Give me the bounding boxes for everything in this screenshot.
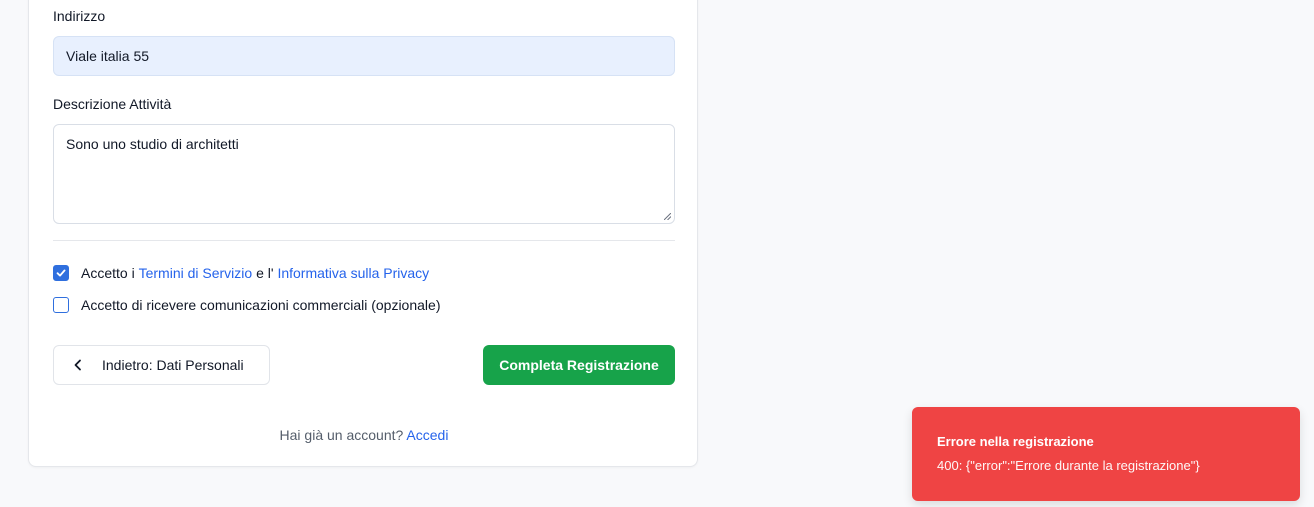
marketing-checkbox[interactable]	[53, 297, 69, 313]
address-label: Indirizzo	[53, 8, 106, 24]
login-prompt-row: Hai già un account? Accedi	[29, 427, 699, 443]
error-toast[interactable]: Errore nella registrazione 400: {"error"…	[912, 407, 1300, 501]
check-icon	[56, 269, 66, 277]
toast-title: Errore nella registrazione	[937, 434, 1094, 449]
registration-card: Indirizzo Viale italia 55 Descrizione At…	[28, 0, 698, 467]
address-input[interactable]: Viale italia 55	[53, 36, 675, 76]
description-label: Descrizione Attività	[53, 96, 172, 112]
login-prompt: Hai già un account?	[279, 427, 404, 443]
description-text: Sono uno studio di architetti	[66, 136, 239, 152]
back-button-label: Indietro: Dati Personali	[102, 357, 244, 373]
login-link[interactable]: Accedi	[406, 427, 448, 443]
toast-message: 400: {"error":"Errore durante la registr…	[937, 458, 1200, 473]
terms-of-service-link[interactable]: Termini di Servizio	[139, 265, 253, 281]
chevron-left-icon	[70, 357, 86, 373]
terms-checkbox[interactable]	[53, 265, 69, 281]
marketing-label: Accetto di ricevere comunicazioni commer…	[81, 297, 441, 313]
description-textarea[interactable]: Sono uno studio di architetti	[53, 124, 675, 224]
back-button[interactable]: Indietro: Dati Personali	[53, 345, 270, 385]
marketing-row: Accetto di ricevere comunicazioni commer…	[53, 296, 440, 314]
resize-handle-icon[interactable]	[664, 213, 671, 220]
privacy-policy-link[interactable]: Informativa sulla Privacy	[277, 265, 429, 281]
terms-middle: e l'	[252, 265, 278, 281]
section-divider	[53, 240, 675, 241]
terms-row: Accetto i Termini di Servizio e l' Infor…	[53, 264, 429, 282]
terms-prefix: Accetto i	[81, 265, 139, 281]
complete-registration-button[interactable]: Completa Registrazione	[483, 345, 675, 385]
